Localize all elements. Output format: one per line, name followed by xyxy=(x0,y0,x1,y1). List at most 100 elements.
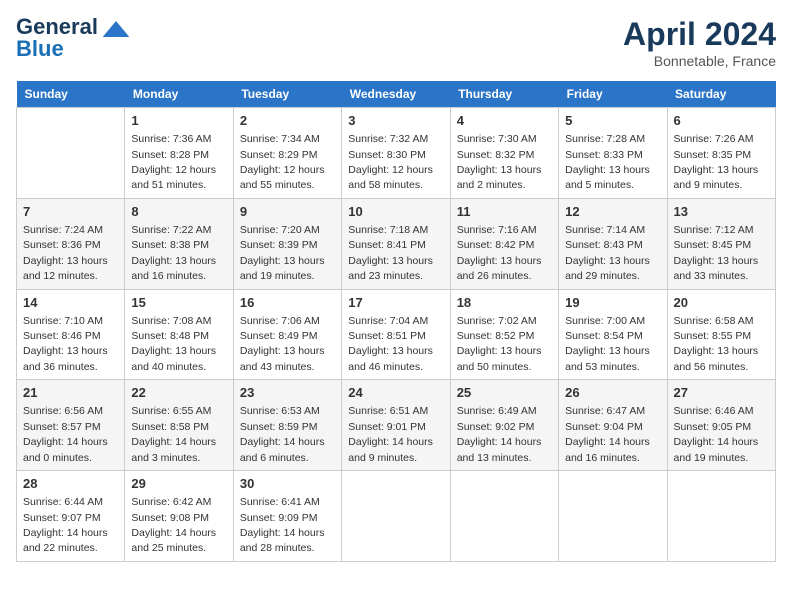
day-number: 7 xyxy=(23,203,118,221)
day-info: Sunrise: 6:46 AMSunset: 9:05 PMDaylight:… xyxy=(674,405,759,463)
location: Bonnetable, France xyxy=(623,53,776,69)
calendar-cell: 28 Sunrise: 6:44 AMSunset: 9:07 PMDaylig… xyxy=(17,471,125,562)
day-info: Sunrise: 7:34 AMSunset: 8:29 PMDaylight:… xyxy=(240,133,325,191)
calendar-cell: 10 Sunrise: 7:18 AMSunset: 8:41 PMDaylig… xyxy=(342,198,450,289)
day-info: Sunrise: 6:49 AMSunset: 9:02 PMDaylight:… xyxy=(457,405,542,463)
day-info: Sunrise: 7:20 AMSunset: 8:39 PMDaylight:… xyxy=(240,224,325,282)
day-number: 5 xyxy=(565,112,660,130)
weekday-header: Tuesday xyxy=(233,81,341,108)
day-info: Sunrise: 7:30 AMSunset: 8:32 PMDaylight:… xyxy=(457,133,542,191)
day-number: 25 xyxy=(457,384,552,402)
day-number: 24 xyxy=(348,384,443,402)
day-number: 16 xyxy=(240,294,335,312)
day-info: Sunrise: 7:18 AMSunset: 8:41 PMDaylight:… xyxy=(348,224,433,282)
calendar-cell xyxy=(667,471,775,562)
day-number: 11 xyxy=(457,203,552,221)
day-number: 12 xyxy=(565,203,660,221)
weekday-header: Thursday xyxy=(450,81,558,108)
day-number: 17 xyxy=(348,294,443,312)
day-number: 18 xyxy=(457,294,552,312)
calendar-cell: 21 Sunrise: 6:56 AMSunset: 8:57 PMDaylig… xyxy=(17,380,125,471)
day-number: 22 xyxy=(131,384,226,402)
calendar-cell: 4 Sunrise: 7:30 AMSunset: 8:32 PMDayligh… xyxy=(450,108,558,199)
day-number: 20 xyxy=(674,294,769,312)
calendar-body: 1 Sunrise: 7:36 AMSunset: 8:28 PMDayligh… xyxy=(17,108,776,562)
weekday-header: Saturday xyxy=(667,81,775,108)
calendar-cell xyxy=(342,471,450,562)
day-info: Sunrise: 6:41 AMSunset: 9:09 PMDaylight:… xyxy=(240,496,325,554)
calendar-cell: 18 Sunrise: 7:02 AMSunset: 8:52 PMDaylig… xyxy=(450,289,558,380)
calendar-cell xyxy=(450,471,558,562)
calendar-cell: 8 Sunrise: 7:22 AMSunset: 8:38 PMDayligh… xyxy=(125,198,233,289)
day-info: Sunrise: 6:44 AMSunset: 9:07 PMDaylight:… xyxy=(23,496,108,554)
day-info: Sunrise: 7:32 AMSunset: 8:30 PMDaylight:… xyxy=(348,133,433,191)
day-info: Sunrise: 7:24 AMSunset: 8:36 PMDaylight:… xyxy=(23,224,108,282)
day-number: 28 xyxy=(23,475,118,493)
calendar-cell: 5 Sunrise: 7:28 AMSunset: 8:33 PMDayligh… xyxy=(559,108,667,199)
weekday-header-row: SundayMondayTuesdayWednesdayThursdayFrid… xyxy=(17,81,776,108)
calendar-cell: 16 Sunrise: 7:06 AMSunset: 8:49 PMDaylig… xyxy=(233,289,341,380)
day-info: Sunrise: 6:56 AMSunset: 8:57 PMDaylight:… xyxy=(23,405,108,463)
day-info: Sunrise: 6:58 AMSunset: 8:55 PMDaylight:… xyxy=(674,315,759,373)
day-info: Sunrise: 7:22 AMSunset: 8:38 PMDaylight:… xyxy=(131,224,216,282)
day-info: Sunrise: 7:28 AMSunset: 8:33 PMDaylight:… xyxy=(565,133,650,191)
weekday-header: Wednesday xyxy=(342,81,450,108)
day-info: Sunrise: 6:51 AMSunset: 9:01 PMDaylight:… xyxy=(348,405,433,463)
day-number: 13 xyxy=(674,203,769,221)
day-number: 4 xyxy=(457,112,552,130)
day-number: 3 xyxy=(348,112,443,130)
calendar-cell: 6 Sunrise: 7:26 AMSunset: 8:35 PMDayligh… xyxy=(667,108,775,199)
day-info: Sunrise: 7:26 AMSunset: 8:35 PMDaylight:… xyxy=(674,133,759,191)
day-info: Sunrise: 7:06 AMSunset: 8:49 PMDaylight:… xyxy=(240,315,325,373)
day-number: 6 xyxy=(674,112,769,130)
day-info: Sunrise: 7:00 AMSunset: 8:54 PMDaylight:… xyxy=(565,315,650,373)
weekday-header: Monday xyxy=(125,81,233,108)
calendar-week-row: 1 Sunrise: 7:36 AMSunset: 8:28 PMDayligh… xyxy=(17,108,776,199)
calendar-cell: 23 Sunrise: 6:53 AMSunset: 8:59 PMDaylig… xyxy=(233,380,341,471)
title-area: April 2024 Bonnetable, France xyxy=(623,16,776,69)
day-info: Sunrise: 7:16 AMSunset: 8:42 PMDaylight:… xyxy=(457,224,542,282)
calendar-week-row: 7 Sunrise: 7:24 AMSunset: 8:36 PMDayligh… xyxy=(17,198,776,289)
day-number: 8 xyxy=(131,203,226,221)
calendar-cell: 26 Sunrise: 6:47 AMSunset: 9:04 PMDaylig… xyxy=(559,380,667,471)
calendar-cell: 20 Sunrise: 6:58 AMSunset: 8:55 PMDaylig… xyxy=(667,289,775,380)
calendar-cell: 24 Sunrise: 6:51 AMSunset: 9:01 PMDaylig… xyxy=(342,380,450,471)
weekday-header: Sunday xyxy=(17,81,125,108)
day-number: 30 xyxy=(240,475,335,493)
calendar-cell: 19 Sunrise: 7:00 AMSunset: 8:54 PMDaylig… xyxy=(559,289,667,380)
day-number: 27 xyxy=(674,384,769,402)
calendar-cell: 30 Sunrise: 6:41 AMSunset: 9:09 PMDaylig… xyxy=(233,471,341,562)
day-info: Sunrise: 6:55 AMSunset: 8:58 PMDaylight:… xyxy=(131,405,216,463)
day-number: 26 xyxy=(565,384,660,402)
calendar-cell: 13 Sunrise: 7:12 AMSunset: 8:45 PMDaylig… xyxy=(667,198,775,289)
day-info: Sunrise: 7:12 AMSunset: 8:45 PMDaylight:… xyxy=(674,224,759,282)
calendar-cell: 29 Sunrise: 6:42 AMSunset: 9:08 PMDaylig… xyxy=(125,471,233,562)
day-info: Sunrise: 6:53 AMSunset: 8:59 PMDaylight:… xyxy=(240,405,325,463)
calendar-cell: 9 Sunrise: 7:20 AMSunset: 8:39 PMDayligh… xyxy=(233,198,341,289)
calendar-cell: 14 Sunrise: 7:10 AMSunset: 8:46 PMDaylig… xyxy=(17,289,125,380)
day-number: 14 xyxy=(23,294,118,312)
day-info: Sunrise: 7:36 AMSunset: 8:28 PMDaylight:… xyxy=(131,133,216,191)
day-info: Sunrise: 7:04 AMSunset: 8:51 PMDaylight:… xyxy=(348,315,433,373)
calendar-cell: 3 Sunrise: 7:32 AMSunset: 8:30 PMDayligh… xyxy=(342,108,450,199)
calendar-cell: 17 Sunrise: 7:04 AMSunset: 8:51 PMDaylig… xyxy=(342,289,450,380)
day-number: 1 xyxy=(131,112,226,130)
calendar-cell xyxy=(17,108,125,199)
page-header: GeneralBlue April 2024 Bonnetable, Franc… xyxy=(16,16,776,69)
calendar-cell: 12 Sunrise: 7:14 AMSunset: 8:43 PMDaylig… xyxy=(559,198,667,289)
day-number: 10 xyxy=(348,203,443,221)
weekday-header: Friday xyxy=(559,81,667,108)
day-info: Sunrise: 7:10 AMSunset: 8:46 PMDaylight:… xyxy=(23,315,108,373)
calendar-week-row: 21 Sunrise: 6:56 AMSunset: 8:57 PMDaylig… xyxy=(17,380,776,471)
day-number: 29 xyxy=(131,475,226,493)
day-number: 19 xyxy=(565,294,660,312)
day-info: Sunrise: 6:47 AMSunset: 9:04 PMDaylight:… xyxy=(565,405,650,463)
logo: GeneralBlue xyxy=(16,16,130,60)
calendar-table: SundayMondayTuesdayWednesdayThursdayFrid… xyxy=(16,81,776,562)
day-number: 21 xyxy=(23,384,118,402)
day-number: 9 xyxy=(240,203,335,221)
logo-text: GeneralBlue xyxy=(16,16,98,60)
calendar-cell: 1 Sunrise: 7:36 AMSunset: 8:28 PMDayligh… xyxy=(125,108,233,199)
day-info: Sunrise: 7:14 AMSunset: 8:43 PMDaylight:… xyxy=(565,224,650,282)
month-title: April 2024 xyxy=(623,16,776,53)
